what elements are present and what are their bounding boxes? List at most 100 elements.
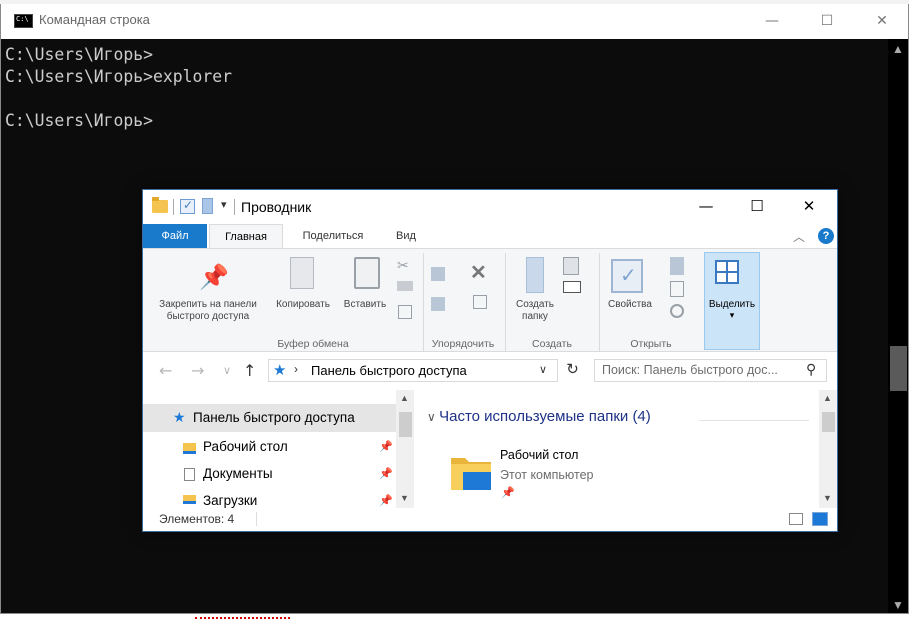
customize-toolbar-chevron-down-icon[interactable]: ▾ bbox=[221, 198, 227, 211]
cut-icon[interactable]: ✂ bbox=[397, 257, 409, 274]
console-scroll-thumb[interactable] bbox=[890, 346, 907, 391]
large-icons-view-icon[interactable] bbox=[812, 512, 828, 526]
create-group-label: Создать bbox=[532, 338, 572, 350]
pin-to-quick-access-button[interactable]: Закрепить на панели быстрого доступа bbox=[147, 299, 269, 323]
paste-button[interactable]: Вставить bbox=[339, 299, 391, 311]
edit-icon[interactable] bbox=[670, 281, 684, 297]
sidebar-item-downloads[interactable]: Загрузки bbox=[203, 493, 257, 508]
address-bar[interactable]: ★ › Панель быстрого доступа ∨ bbox=[268, 359, 558, 382]
sidebar-item-quick-access[interactable]: Панель быстрого доступа bbox=[193, 410, 355, 425]
chevron-down-icon: ∨ bbox=[427, 410, 440, 424]
sidebar-item-documents[interactable]: Документы bbox=[203, 466, 273, 481]
explorer-close-button[interactable]: ✕ bbox=[786, 190, 832, 222]
new-folder-icon[interactable] bbox=[526, 257, 544, 293]
easy-access-icon[interactable] bbox=[563, 281, 581, 293]
paste-icon[interactable] bbox=[354, 257, 380, 289]
properties-quick-icon[interactable] bbox=[180, 198, 195, 214]
sidebar-item-desktop[interactable]: Рабочий стол bbox=[203, 439, 288, 454]
pin-icon: 📌 bbox=[379, 441, 393, 453]
address-history-chevron-down-icon[interactable]: ∨ bbox=[539, 363, 547, 376]
details-view-icon[interactable] bbox=[789, 513, 803, 525]
pin-icon[interactable]: 📌 bbox=[199, 263, 229, 292]
tab-view[interactable]: Вид bbox=[386, 224, 426, 248]
properties-icon[interactable] bbox=[611, 259, 643, 293]
move-to-icon[interactable] bbox=[431, 267, 445, 281]
delete-icon[interactable]: ✕ bbox=[470, 260, 487, 285]
paste-shortcut-icon[interactable] bbox=[398, 305, 412, 319]
divider bbox=[423, 253, 424, 351]
frequent-folders-header[interactable]: ∨ Часто используемые папки (4) bbox=[427, 408, 651, 425]
tab-share[interactable]: Поделиться bbox=[283, 224, 383, 248]
status-bar: Элементов: 4 bbox=[143, 508, 837, 531]
copy-button[interactable]: Копировать bbox=[270, 299, 336, 311]
copy-icon[interactable] bbox=[290, 257, 314, 289]
select-grid-icon[interactable] bbox=[715, 260, 739, 284]
copy-path-icon[interactable] bbox=[397, 281, 413, 291]
recent-locations-chevron-down-icon[interactable]: ∨ bbox=[223, 364, 231, 377]
scroll-down-arrow-icon[interactable]: ▼ bbox=[400, 493, 409, 503]
scroll-up-arrow-icon[interactable]: ▲ bbox=[400, 393, 409, 403]
ribbon-tabs: Файл Главная Поделиться Вид bbox=[143, 224, 837, 248]
rename-icon[interactable] bbox=[473, 295, 487, 309]
nav-scroll-thumb[interactable] bbox=[399, 412, 412, 437]
background-document-text bbox=[0, 613, 909, 621]
scroll-down-arrow-icon[interactable]: ▼ bbox=[892, 598, 904, 612]
navigation-pane: ★ Панель быстрого доступа Рабочий стол 📌… bbox=[143, 390, 415, 508]
ribbon: 📌 Закрепить на панели быстрого доступа К… bbox=[143, 248, 837, 352]
address-row: ← → ∨ ↑ ★ › Панель быстрого доступа ∨ ↻ … bbox=[143, 352, 837, 390]
new-folder-quick-icon[interactable] bbox=[202, 198, 213, 214]
console-output[interactable]: C:\Users\Игорь> C:\Users\Игорь>explorer … bbox=[5, 44, 232, 132]
tab-file[interactable]: Файл bbox=[143, 224, 207, 248]
console-titlebar[interactable]: Командная строка — ☐ ✕ bbox=[1, 4, 908, 39]
content-pane: ∨ Часто используемые папки (4) Рабочий с… bbox=[415, 390, 837, 508]
search-placeholder: Поиск: Панель быстрого дос... bbox=[602, 363, 778, 377]
pin-icon: 📌 bbox=[379, 468, 393, 480]
breadcrumb-chevron-icon[interactable]: › bbox=[294, 362, 298, 376]
content-scrollbar[interactable] bbox=[819, 390, 837, 508]
scroll-up-arrow-icon[interactable]: ▲ bbox=[823, 393, 832, 403]
tab-home[interactable]: Главная bbox=[209, 224, 283, 248]
select-chevron-down-icon[interactable]: ▾ bbox=[704, 309, 760, 321]
open-icon[interactable] bbox=[670, 257, 684, 275]
documents-icon bbox=[184, 468, 195, 481]
search-input[interactable]: Поиск: Панель быстрого дос... ⚲ bbox=[594, 359, 827, 382]
divider bbox=[505, 253, 506, 351]
content-scroll-thumb[interactable] bbox=[822, 412, 835, 432]
divider bbox=[256, 512, 257, 526]
new-folder-button[interactable]: Создать папку bbox=[507, 299, 563, 323]
explorer-window[interactable]: ▾ Проводник — ☐ ✕ Файл Главная Поделитьс… bbox=[142, 189, 838, 532]
breadcrumb[interactable]: Панель быстрого доступа bbox=[311, 363, 467, 378]
explorer-minimize-button[interactable]: — bbox=[683, 190, 729, 222]
new-item-icon[interactable] bbox=[563, 257, 579, 275]
properties-button[interactable]: Свойства bbox=[601, 299, 659, 311]
folder-icon bbox=[152, 197, 168, 213]
quick-access-star-icon: ★ bbox=[173, 409, 186, 425]
pin-icon: 📌 bbox=[501, 487, 515, 499]
divider bbox=[699, 420, 809, 421]
console-close-button[interactable]: ✕ bbox=[859, 4, 905, 39]
desktop-folder-icon[interactable] bbox=[449, 450, 493, 494]
history-icon[interactable] bbox=[670, 304, 684, 318]
up-arrow-icon[interactable]: ↑ bbox=[243, 361, 256, 380]
explorer-titlebar[interactable]: ▾ Проводник — ☐ ✕ bbox=[143, 190, 837, 224]
forward-arrow-icon[interactable]: → bbox=[191, 361, 204, 380]
console-maximize-button[interactable]: ☐ bbox=[804, 4, 850, 39]
explorer-maximize-button[interactable]: ☐ bbox=[734, 190, 780, 222]
refresh-icon[interactable]: ↻ bbox=[561, 359, 584, 382]
clipboard-group-label: Буфер обмена bbox=[277, 338, 349, 350]
copy-to-icon[interactable] bbox=[431, 297, 445, 311]
console-minimize-button[interactable]: — bbox=[749, 4, 795, 39]
nav-scrollbar[interactable] bbox=[396, 390, 414, 508]
scroll-down-arrow-icon[interactable]: ▼ bbox=[823, 493, 832, 503]
folder-location: Этот компьютер bbox=[500, 468, 594, 482]
collapse-ribbon-chevron-up-icon[interactable]: ︿ bbox=[793, 228, 805, 245]
console-scrollbar[interactable] bbox=[888, 39, 908, 613]
search-icon[interactable]: ⚲ bbox=[806, 361, 816, 378]
help-icon[interactable]: ? bbox=[818, 228, 834, 244]
scroll-up-arrow-icon[interactable]: ▲ bbox=[892, 42, 904, 56]
quick-access-star-icon: ★ bbox=[273, 362, 287, 379]
explorer-title: Проводник bbox=[241, 199, 312, 215]
back-arrow-icon[interactable]: ← bbox=[159, 361, 172, 380]
frequent-folders-label: Часто используемые папки (4) bbox=[439, 408, 651, 425]
folder-name[interactable]: Рабочий стол bbox=[500, 448, 578, 462]
